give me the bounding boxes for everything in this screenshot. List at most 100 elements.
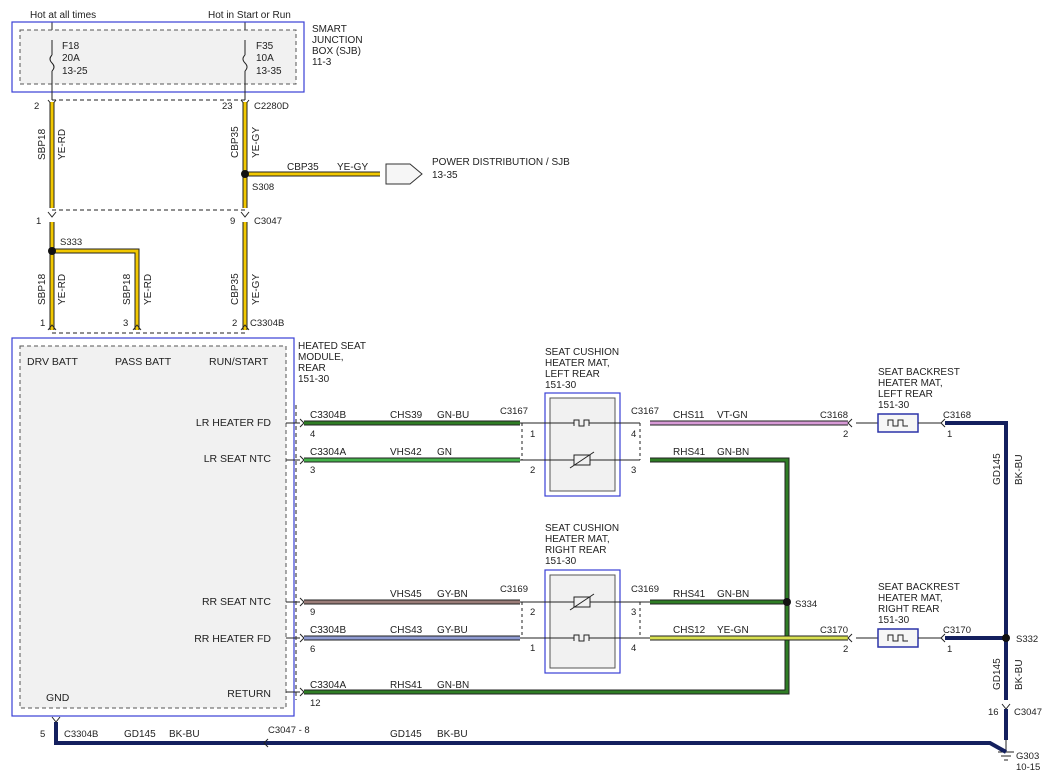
module-lr-seat-ntc: LR SEAT NTC (204, 453, 272, 465)
c3170-right-pin: 1 (947, 644, 952, 655)
svg-text:GN-BN: GN-BN (717, 447, 749, 458)
svg-text:RIGHT REAR: RIGHT REAR (545, 545, 607, 556)
svg-text:CBP35: CBP35 (230, 126, 241, 158)
svg-text:12: 12 (310, 698, 321, 709)
svg-text:VHS45: VHS45 (390, 589, 422, 600)
c3047-chevron-right (240, 211, 250, 218)
ground-g303-ref: 10-15 (1016, 762, 1040, 773)
module-gnd: GND (46, 692, 70, 704)
svg-text:HEATER MAT,: HEATER MAT, (878, 593, 943, 604)
module-rr-heater-fd: RR HEATER FD (194, 633, 271, 645)
svg-text:YE-GN: YE-GN (717, 625, 749, 636)
module-run-start: RUN/START (209, 356, 269, 368)
svg-text:YE-RD: YE-RD (57, 129, 68, 160)
ground-gd145-a: GD145 (124, 729, 156, 740)
mat-left-pin-2: 2 (530, 465, 535, 476)
upper-wire-labels: SBP18 YE-RD CBP35 YE-GY CBP35 YE-GY (37, 126, 368, 173)
svg-text:C3304B: C3304B (310, 625, 346, 636)
splice-s308-label: S308 (252, 182, 274, 193)
sjb-pin-23: 23 (222, 101, 233, 112)
svg-text:BK-BU: BK-BU (1014, 454, 1025, 485)
svg-text:SEAT CUSHION: SEAT CUSHION (545, 523, 619, 534)
backrest-right-heater-icon (856, 628, 941, 648)
c3168-right-label: C3168 (943, 410, 971, 421)
svg-text:SBP18: SBP18 (122, 273, 133, 305)
power-dist-label: POWER DISTRIBUTION / SJB 13-35 (432, 157, 570, 181)
c3304b-top-pin-1: 1 (40, 318, 45, 329)
svg-text:11-3: 11-3 (312, 57, 332, 68)
svg-text:HEATED SEAT: HEATED SEAT (298, 341, 366, 352)
svg-text:HEATER MAT,: HEATER MAT, (878, 378, 943, 389)
heated-seat-module-inner (19, 345, 287, 709)
svg-text:CHS43: CHS43 (390, 625, 423, 636)
c3304b-top-label: C3304B (250, 318, 284, 329)
svg-text:C3304A: C3304A (310, 680, 346, 691)
splice-s333-label: S333 (60, 237, 82, 248)
svg-text:HEATER MAT,: HEATER MAT, (545, 534, 610, 545)
mat-right-pin-4: 4 (631, 643, 636, 654)
power-dist-arrow-icon (385, 163, 423, 185)
ground-bkbu-a: BK-BU (169, 729, 200, 740)
lower-wire-labels: SBP18 YE-RD SBP18 YE-RD CBP35 YE-GY (37, 273, 262, 305)
svg-text:2: 2 (843, 644, 848, 655)
mat-right-pin-2: 2 (530, 607, 535, 618)
svg-text:SEAT BACKREST: SEAT BACKREST (878, 367, 960, 378)
svg-text:SEAT CUSHION: SEAT CUSHION (545, 347, 619, 358)
svg-text:C3168: C3168 (820, 410, 848, 421)
module-pass-batt: PASS BATT (115, 356, 172, 368)
svg-text:RIGHT REAR: RIGHT REAR (878, 604, 940, 615)
sjb-title: SMART JUNCTION BOX (SJB) 11-3 (312, 24, 363, 68)
svg-text:CHS39: CHS39 (390, 410, 423, 421)
mat-left-inner (549, 397, 616, 492)
ground-g303-label: G303 (1016, 751, 1039, 762)
c3047-right-label: C3047 (1014, 707, 1042, 718)
svg-text:GY-BN: GY-BN (437, 589, 468, 600)
svg-text:MODULE,: MODULE, (298, 352, 344, 363)
c3169-left-label: C3169 (500, 584, 528, 595)
svg-text:RHS41: RHS41 (390, 680, 423, 691)
wiring-diagram: Hot at all times Hot in Start or Run SMA… (11, 10, 1042, 773)
mat-left-title: SEAT CUSHION HEATER MAT, LEFT REAR 151-3… (545, 347, 619, 391)
backrest-left-title: SEAT BACKREST HEATER MAT, LEFT REAR 151-… (878, 367, 960, 411)
svg-text:13-25: 13-25 (62, 66, 88, 77)
c3047-chevron-left (47, 211, 57, 218)
svg-text:YE-GY: YE-GY (251, 274, 262, 305)
svg-text:GN-BN: GN-BN (437, 680, 469, 691)
svg-text:VHS42: VHS42 (390, 447, 422, 458)
svg-text:CBP35: CBP35 (230, 273, 241, 305)
svg-text:SEAT BACKREST: SEAT BACKREST (878, 582, 960, 593)
svg-text:BK-BU: BK-BU (1014, 659, 1025, 690)
splice-s332-dot (1002, 634, 1010, 642)
c3047-right-chevron (1001, 703, 1011, 710)
mat-left-pin-4: 4 (631, 429, 636, 440)
c3047-right-pin: 16 (988, 707, 999, 718)
c3167-right-label: C3167 (631, 406, 659, 417)
svg-text:GN: GN (437, 447, 452, 458)
svg-text:CHS11: CHS11 (673, 410, 705, 421)
splice-s334-label: S334 (795, 599, 817, 610)
svg-text:YE-RD: YE-RD (143, 274, 154, 305)
svg-text:YE-RD: YE-RD (57, 274, 68, 305)
svg-text:C3170: C3170 (820, 625, 848, 636)
c3167-left-label: C3167 (500, 406, 528, 417)
ground-bkbu-b: BK-BU (437, 729, 468, 740)
svg-text:151-30: 151-30 (298, 374, 330, 385)
svg-text:JUNCTION: JUNCTION (312, 35, 363, 46)
mat-left-pin-3: 3 (631, 465, 636, 476)
svg-text:F18: F18 (62, 41, 80, 52)
ground-c3047-8: C3047 - 8 (268, 725, 310, 736)
splice-s334-dot (783, 598, 791, 606)
svg-text:2: 2 (843, 429, 848, 440)
svg-text:CHS12: CHS12 (673, 625, 706, 636)
splice-s333-dot (48, 247, 56, 255)
svg-text:SBP18: SBP18 (37, 128, 48, 160)
svg-text:CBP35: CBP35 (287, 162, 319, 173)
svg-text:GY-BU: GY-BU (437, 625, 468, 636)
gd145-vertical-labels: GD145 BK-BU GD145 BK-BU (992, 453, 1025, 690)
svg-text:151-30: 151-30 (545, 556, 577, 567)
mat-right-pin-3: 3 (631, 607, 636, 618)
svg-text:SBP18: SBP18 (37, 273, 48, 305)
svg-text:HEATER MAT,: HEATER MAT, (545, 358, 610, 369)
svg-text:9: 9 (310, 607, 315, 618)
c3170-right-label: C3170 (943, 625, 971, 636)
